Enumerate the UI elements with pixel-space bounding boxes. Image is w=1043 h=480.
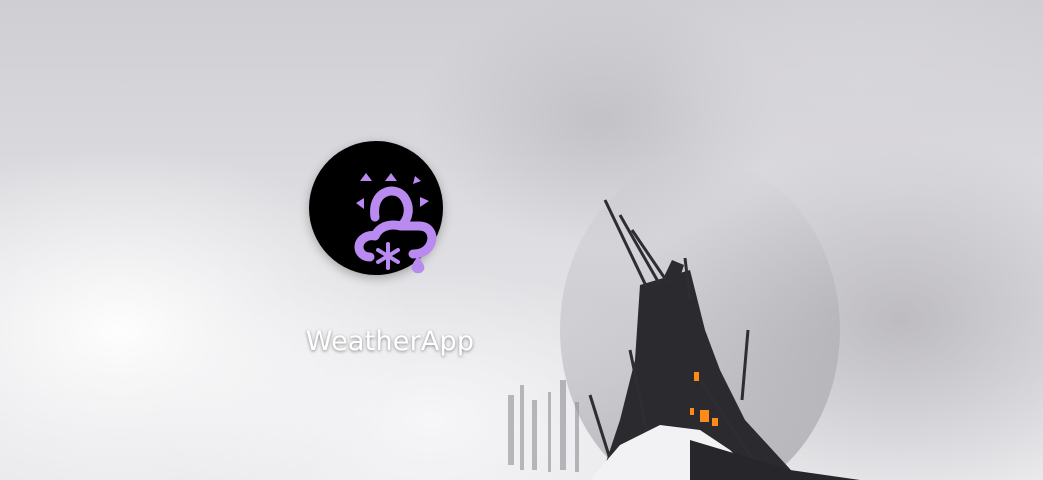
- home-wallpaper: [0, 0, 1043, 480]
- weatherapp-shortcut[interactable]: WeatherApp: [300, 140, 480, 370]
- weather-snow-rain-sun-icon[interactable]: [309, 141, 443, 275]
- wallpaper-tower-image: [508, 160, 860, 480]
- app-label: WeatherApp: [305, 326, 475, 357]
